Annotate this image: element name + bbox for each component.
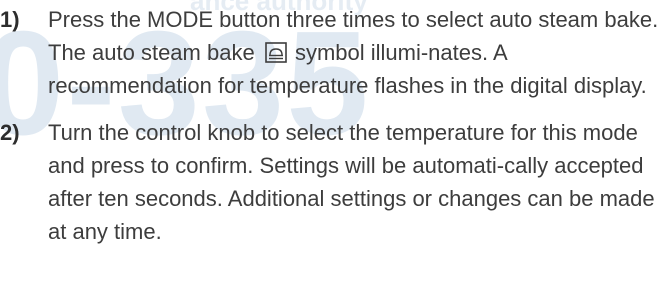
step-1: 1) Press the MODE button three times to … <box>0 0 666 102</box>
auto-steam-bake-symbol-icon <box>265 39 287 63</box>
step-2-text: Turn the control knob to select the temp… <box>48 120 655 244</box>
step-2: 2) Turn the control knob to select the t… <box>0 116 666 248</box>
step-2-number: 2) <box>0 120 20 145</box>
step-1-number: 1) <box>0 7 20 32</box>
instruction-steps: 1) Press the MODE button three times to … <box>0 0 666 248</box>
